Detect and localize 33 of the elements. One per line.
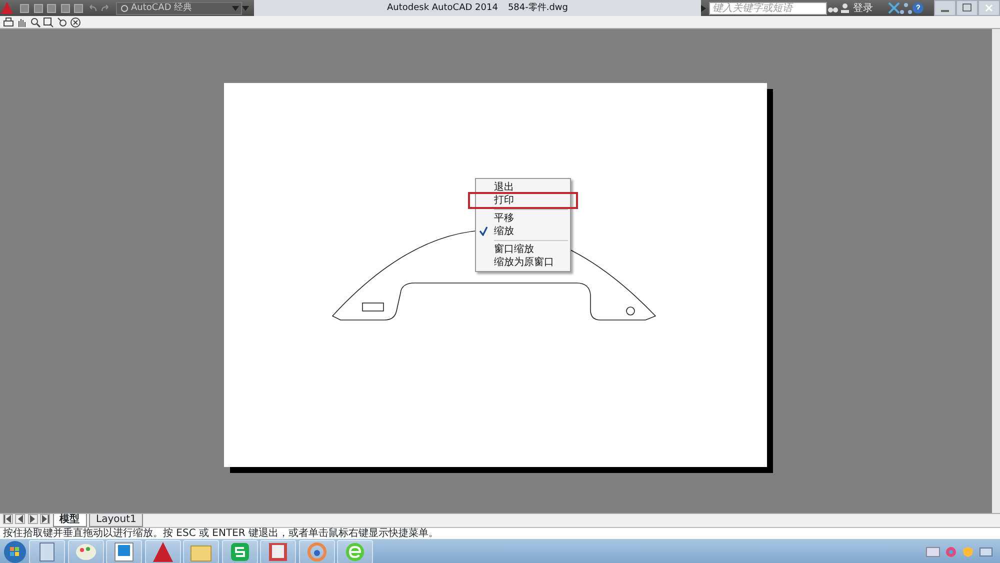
colored-shield-icon[interactable] xyxy=(962,546,974,558)
app-title: Autodesk AutoCAD 2014 xyxy=(386,2,498,15)
network-icon[interactable] xyxy=(900,2,912,14)
zoom-window-icon[interactable] xyxy=(43,16,54,28)
layout-tab[interactable]: 模型 xyxy=(52,514,86,527)
menu-item[interactable]: 打印 xyxy=(470,194,576,207)
menu-item[interactable]: 窗口缩放 xyxy=(476,243,570,256)
undo-icon[interactable] xyxy=(86,2,98,14)
menu-item[interactable]: 缩放 xyxy=(476,225,570,238)
file-name: 584-零件.dwg xyxy=(508,2,568,15)
menu-item[interactable]: 缩放为原窗口 xyxy=(476,256,570,269)
flower-icon[interactable] xyxy=(944,546,956,558)
menu-item[interactable]: 平移 xyxy=(476,212,570,225)
next-arrow-icon[interactable] xyxy=(28,514,38,524)
restore-icon[interactable] xyxy=(956,0,978,16)
previous-arrow-icon[interactable] xyxy=(15,514,25,524)
zoom-icon[interactable] xyxy=(30,16,40,28)
login-link[interactable]: 登录 xyxy=(853,0,873,16)
first-arrow-icon[interactable] xyxy=(2,514,12,524)
zoom-previous-icon[interactable] xyxy=(56,16,68,28)
last-arrow-icon[interactable] xyxy=(40,514,50,524)
redo-icon[interactable] xyxy=(100,2,111,14)
close-icon[interactable] xyxy=(70,16,81,28)
workspace-dropdown[interactable]: AutoCAD 经典 xyxy=(116,2,242,14)
vertical-scrollbar[interactable] xyxy=(992,29,1000,513)
menu-item[interactable]: 退出 xyxy=(476,181,570,194)
help-icon[interactable] xyxy=(912,2,924,14)
exchange-icon[interactable] xyxy=(888,2,900,14)
user-icon xyxy=(838,2,850,14)
gear-icon xyxy=(120,4,128,12)
start-orb-icon[interactable] xyxy=(2,540,26,563)
layout-tab[interactable]: Layout1 xyxy=(89,514,144,527)
minimize-icon[interactable] xyxy=(934,0,956,16)
